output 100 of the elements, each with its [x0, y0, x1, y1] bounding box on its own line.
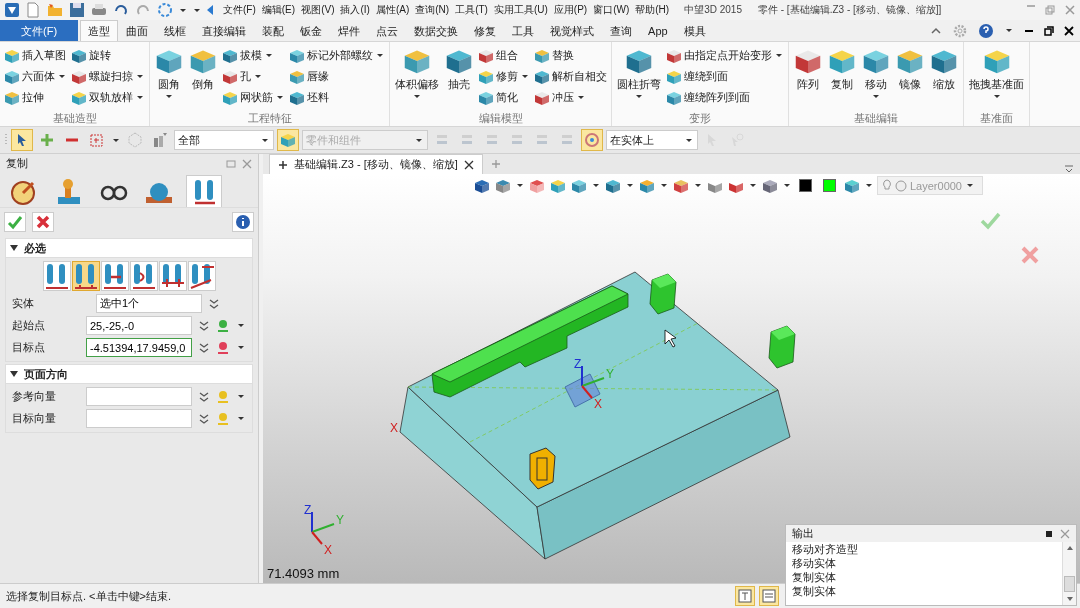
status-button[interactable] [735, 586, 755, 606]
cancel-button[interactable] [32, 212, 54, 232]
cross-icon [1019, 244, 1041, 266]
input-field[interactable]: 25,-25,-0 [86, 316, 192, 335]
ribbon-tab[interactable]: App [640, 20, 676, 41]
menu-item[interactable]: 编辑(E) [258, 3, 299, 17]
ribbon-tab[interactable]: 查询 [602, 20, 641, 41]
axis-label: Z [304, 503, 312, 517]
ribbon-tab[interactable]: 修复 [466, 20, 505, 41]
folder-button[interactable] [46, 1, 64, 19]
menu-item[interactable]: 文件(F) [220, 3, 259, 17]
ribbon-button[interactable]: 圆柱折弯 [615, 45, 663, 100]
menu-item[interactable]: 工具(T) [452, 3, 491, 17]
mode-button[interactable] [158, 261, 187, 291]
dashed-circle-button[interactable] [156, 1, 174, 19]
ribbon-button[interactable]: 阵列 [792, 45, 824, 94]
ribbon-tab[interactable]: 点云 [368, 20, 407, 41]
menu-item[interactable]: 插入(I) [337, 3, 373, 17]
menu-item[interactable]: 窗口(W) [590, 3, 633, 17]
scroll-thumb[interactable] [1064, 576, 1075, 592]
ribbon-tab[interactable]: 曲面 [118, 20, 157, 41]
input-field[interactable] [86, 409, 192, 428]
ribbon-button[interactable]: 插入草图 [3, 46, 68, 65]
menu-item[interactable]: 视图(V) [298, 3, 338, 17]
mode-button[interactable] [129, 261, 158, 291]
status-button[interactable] [759, 586, 779, 606]
ribbon-button[interactable]: 解析自相交 [533, 67, 608, 86]
menu-item[interactable]: 帮助(H) [632, 3, 673, 17]
panel-tab[interactable] [186, 175, 222, 207]
expand-triangle-icon[interactable] [10, 245, 18, 251]
ribbon-tab[interactable]: 装配 [254, 20, 293, 41]
ribbon-button[interactable]: 孔 [221, 67, 286, 86]
ribbon-button[interactable]: 六面体 [3, 67, 68, 86]
ribbon-tab[interactable]: 数据交换 [406, 20, 467, 41]
ribbon-tab[interactable]: 文件(F) [0, 20, 79, 41]
minimize-icon [1026, 4, 1036, 8]
mode-button[interactable] [100, 261, 129, 291]
ribbon-button[interactable]: 拔模 [221, 46, 286, 65]
restore-icon [1044, 25, 1054, 36]
pick-mode-button[interactable] [277, 129, 299, 151]
ribbon-button[interactable]: 冲压 [533, 88, 608, 107]
ribbon-button[interactable]: 体积偏移 [393, 45, 441, 100]
ok-button[interactable] [4, 212, 26, 232]
ribbon-button[interactable]: 由指定点开始变形 [665, 46, 785, 65]
input-field[interactable]: 选中1个 [96, 294, 202, 313]
ribbon-tab[interactable]: 工具 [504, 20, 543, 41]
ribbon-button[interactable]: 修剪 [477, 67, 531, 86]
input-field[interactable] [86, 387, 192, 406]
input-field[interactable]: -4.51394,17.9459,0 [86, 338, 192, 357]
ribbon-button[interactable]: 旋转 [70, 46, 146, 65]
ribbon-tab[interactable]: 视觉样式 [542, 20, 603, 41]
menu-item[interactable]: 实用工具(U) [490, 3, 551, 17]
scrollbar[interactable] [1062, 542, 1076, 605]
ribbon-button[interactable]: 组合 [477, 46, 531, 65]
info-button[interactable] [232, 212, 254, 232]
mode-button[interactable] [42, 261, 71, 291]
ribbon-button[interactable]: 拖拽基准面 [967, 45, 1026, 100]
ribbon-tab[interactable]: 模具 [675, 20, 714, 41]
ribbon-button[interactable]: 双轨放样 [70, 88, 146, 107]
ribbon-button[interactable]: 缠绕到面 [665, 67, 785, 86]
caret-icon [266, 54, 272, 57]
document-tab[interactable]: 基础编辑.Z3 - [移动、镜像、缩放] [269, 154, 483, 174]
ribbon-tab[interactable]: 造型 [80, 20, 119, 41]
filter-dropdown[interactable]: 全部 [174, 130, 274, 150]
expand-triangle-icon[interactable] [10, 371, 18, 377]
floppy-disk-button[interactable] [68, 1, 86, 19]
ribbon-button[interactable]: 复制 [826, 45, 858, 94]
ribbon-button[interactable]: 坯料 [288, 88, 386, 107]
ribbon-button[interactable]: 移动 [860, 45, 892, 100]
ribbon-button[interactable]: 唇缘 [288, 67, 386, 86]
ribbon-tab[interactable]: 线框 [156, 20, 195, 41]
color-swatch[interactable] [799, 179, 812, 192]
ribbon-tab[interactable]: 钣金 [292, 20, 331, 41]
page-button[interactable] [24, 1, 42, 19]
ribbon-button[interactable]: 抽壳 [443, 45, 475, 94]
ribbon-button[interactable]: 缩放 [928, 45, 960, 94]
snap-dropdown[interactable]: 在实体上 [606, 130, 698, 150]
ribbon-tab[interactable]: 焊件 [330, 20, 369, 41]
mode-button[interactable] [71, 261, 100, 291]
menu-item[interactable]: 查询(N) [412, 3, 453, 17]
menu-item[interactable]: 应用(P) [550, 3, 591, 17]
hollow-block-drawing [529, 447, 556, 490]
panel-title: 复制 [6, 156, 29, 171]
ribbon-button[interactable]: 圆角 [153, 45, 185, 100]
ribbon-button[interactable]: 螺旋扫掠 [70, 67, 146, 86]
ribbon-button[interactable]: 缠绕阵列到面 [665, 88, 785, 107]
ribbon-button[interactable]: 网状筋 [221, 88, 286, 107]
ribbon-button[interactable]: 简化 [477, 88, 531, 107]
ribbon-button[interactable]: 拉伸 [3, 88, 68, 107]
ribbon-button[interactable]: 镜像 [894, 45, 926, 94]
ribbon-button[interactable]: 标记外部螺纹 [288, 46, 386, 65]
ribbon-button[interactable]: 替换 [533, 46, 608, 65]
color-swatch[interactable] [823, 179, 836, 192]
select-tool-button[interactable] [11, 129, 33, 151]
ribbon-button[interactable]: 倒角 [187, 45, 219, 94]
menu-item[interactable]: 属性(A) [372, 3, 413, 17]
new-tab-button[interactable] [490, 159, 501, 169]
snap-button[interactable] [581, 129, 603, 151]
mode-button[interactable] [187, 261, 216, 291]
ribbon-tab[interactable]: 直接编辑 [194, 20, 255, 41]
